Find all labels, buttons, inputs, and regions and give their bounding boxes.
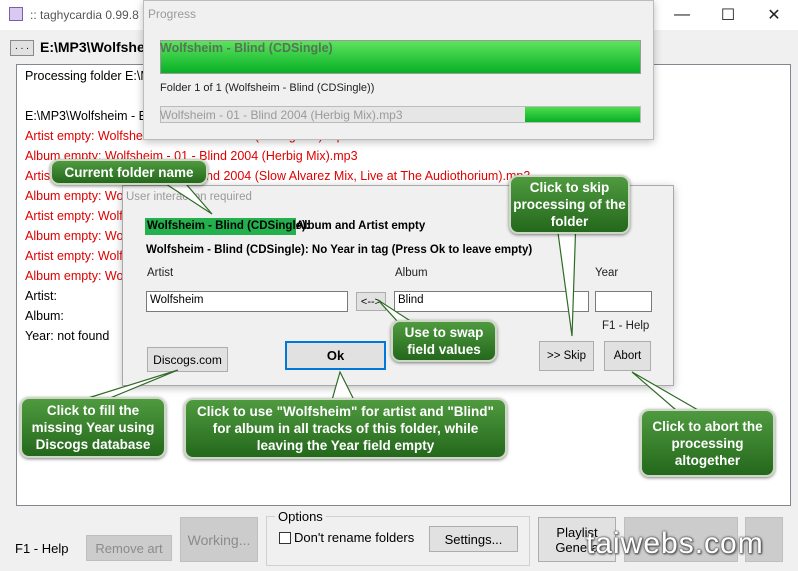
abort-callout-tail bbox=[631, 371, 701, 411]
callout-skip: Click to skip processing of the folder bbox=[509, 175, 630, 234]
discogs-callout-tail bbox=[87, 369, 179, 399]
skip-callout-tail bbox=[555, 217, 577, 337]
ok-callout-tail bbox=[331, 370, 355, 401]
callout-discogs: Click to fill the missing Year using Dis… bbox=[20, 397, 166, 458]
folder-callout-tail bbox=[163, 183, 213, 215]
swap-callout-tail bbox=[377, 299, 415, 323]
callout-swap: Use to swap field values bbox=[391, 320, 497, 362]
callout-folder-name: Current folder name bbox=[50, 159, 208, 185]
callout-connectors bbox=[87, 183, 701, 411]
callout-abort: Click to abort the processing altogether bbox=[640, 409, 775, 477]
callout-ok: Click to use "Wolfsheim" for artist and … bbox=[184, 398, 507, 459]
